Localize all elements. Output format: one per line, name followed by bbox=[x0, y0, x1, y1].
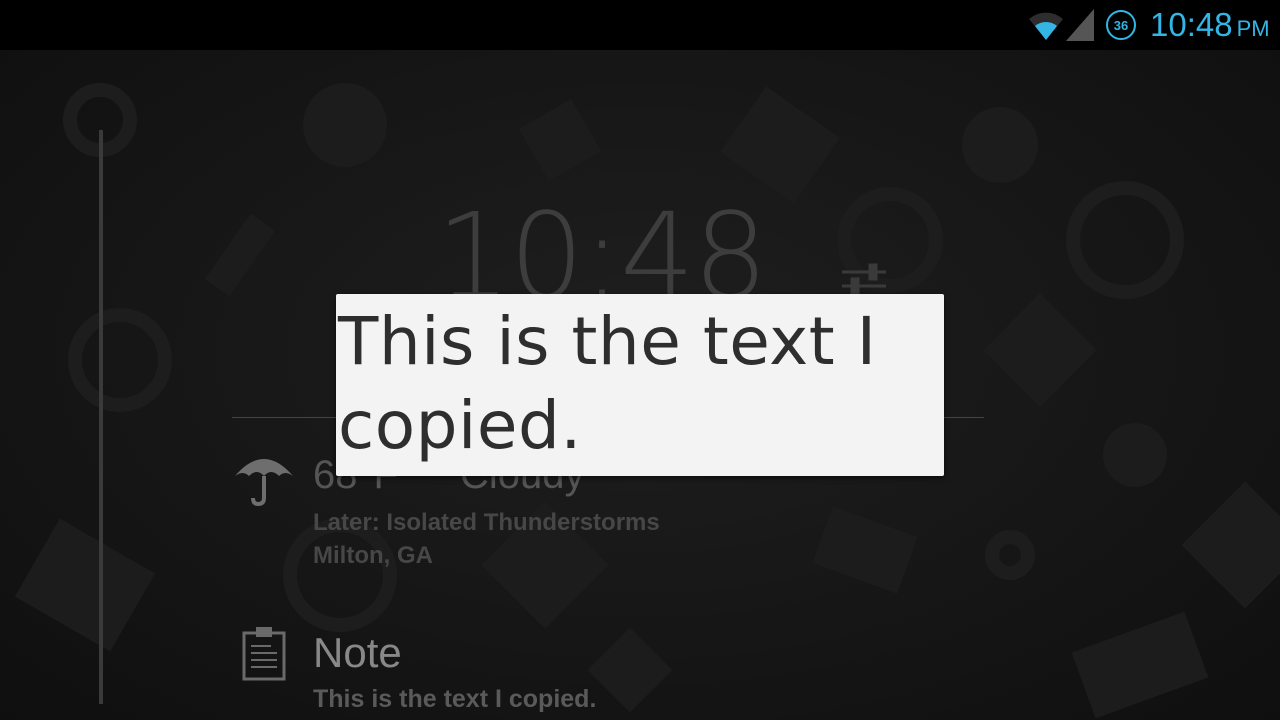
clipboard-popup[interactable]: This is the text I copied. bbox=[336, 294, 944, 476]
wifi-icon bbox=[1028, 9, 1064, 46]
clipboard-popup-text: This is the text I copied. bbox=[338, 303, 877, 464]
umbrella-icon bbox=[233, 448, 295, 511]
lockscreen-edge-handle[interactable] bbox=[99, 130, 103, 704]
status-ampm: PM bbox=[1236, 16, 1270, 41]
battery-circle-icon: 36 bbox=[1106, 10, 1136, 40]
status-bar: 36 10:48 PM bbox=[0, 0, 1280, 50]
status-time: 10:48 bbox=[1150, 6, 1233, 43]
note-title: Note bbox=[313, 629, 402, 676]
weather-location: Milton, GA bbox=[313, 542, 433, 569]
status-clock: 10:48 PM bbox=[1150, 5, 1270, 45]
cell-signal-icon bbox=[1066, 9, 1094, 46]
battery-level: 36 bbox=[1113, 17, 1129, 33]
weather-forecast-later: Later: Isolated Thunderstorms bbox=[313, 509, 660, 536]
clipboard-icon bbox=[241, 626, 287, 687]
note-body: This is the text I copied. bbox=[313, 685, 597, 713]
